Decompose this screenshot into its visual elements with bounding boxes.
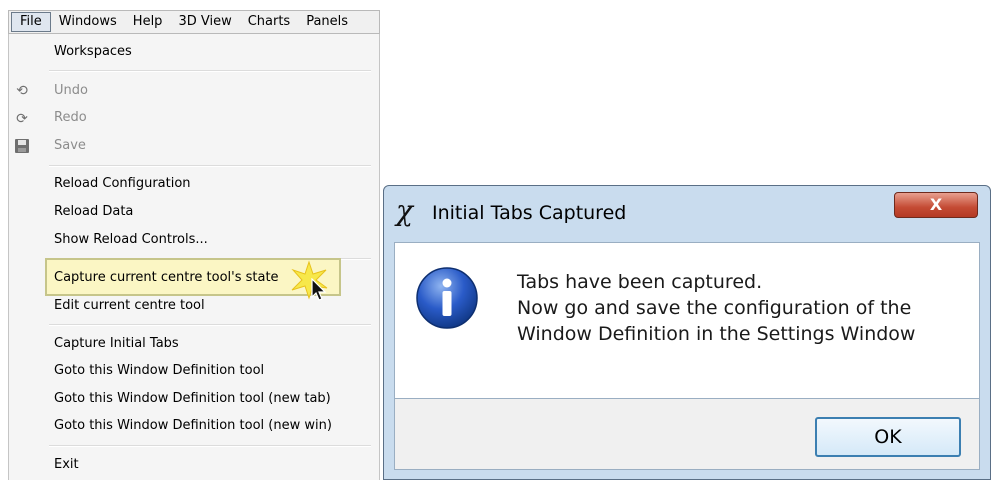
menu-item-reload-configuration[interactable]: Reload Configuration	[54, 173, 191, 195]
menu-item-exit[interactable]: Exit	[54, 454, 79, 476]
dialog-title: Initial Tabs Captured	[432, 202, 627, 224]
menu-file[interactable]: File	[11, 12, 51, 32]
menu-separator	[49, 165, 371, 167]
mouse-cursor-icon	[311, 278, 327, 301]
undo-icon: ⟲	[16, 83, 28, 99]
menu-bar: File Windows Help 3D View Charts Panels	[8, 10, 380, 34]
save-icon	[14, 138, 30, 154]
menu-item-edit-centre-tool[interactable]: Edit current centre tool	[54, 295, 205, 317]
menu-item-show-reload-controls[interactable]: Show Reload Controls...	[54, 229, 208, 251]
menu-item-workspaces[interactable]: Workspaces	[54, 41, 132, 63]
menu-separator	[49, 445, 371, 447]
ok-button[interactable]: OK	[815, 417, 961, 457]
dialog-footer: OK	[394, 399, 980, 470]
close-button[interactable]: X	[894, 192, 978, 218]
menu-3d-view[interactable]: 3D View	[170, 12, 239, 32]
menu-item-undo[interactable]: Undo	[54, 80, 88, 102]
message-line: Window Definition in the Settings Window	[517, 323, 916, 345]
menu-item-save[interactable]: Save	[54, 135, 86, 157]
message-line: Now go and save the configuration of the	[517, 297, 912, 319]
menu-item-capture-centre-tool-state[interactable]: Capture current centre tool's state	[54, 267, 279, 289]
dialog-body: Tabs have been captured. Now go and save…	[394, 242, 980, 399]
dialog-message: Tabs have been captured. Now go and save…	[517, 269, 915, 347]
menu-item-reload-data[interactable]: Reload Data	[54, 201, 133, 223]
menu-help[interactable]: Help	[125, 12, 171, 32]
dialog-titlebar[interactable]: χ Initial Tabs Captured X	[384, 186, 990, 242]
info-icon	[416, 267, 478, 329]
menu-item-capture-initial-tabs[interactable]: Capture Initial Tabs	[54, 333, 179, 355]
menu-windows[interactable]: Windows	[51, 12, 125, 32]
menu-charts[interactable]: Charts	[240, 12, 299, 32]
app-logo-icon: χ	[396, 194, 413, 227]
menu-separator	[49, 324, 371, 326]
menu-item-goto-window-definition-new-win[interactable]: Goto this Window Definition tool (new wi…	[54, 415, 332, 437]
menu-separator	[49, 70, 371, 72]
menu-panels[interactable]: Panels	[298, 12, 356, 32]
initial-tabs-captured-dialog: χ Initial Tabs Captured X Tabs have been…	[383, 185, 991, 480]
menu-item-goto-window-definition-new-tab[interactable]: Goto this Window Definition tool (new ta…	[54, 388, 331, 410]
menu-item-goto-window-definition[interactable]: Goto this Window Definition tool	[54, 360, 264, 382]
redo-icon: ⟳	[16, 111, 28, 127]
file-menu-dropdown: Workspaces ⟲ Undo ⟳ Redo Save Reload Con…	[8, 34, 380, 480]
message-line: Tabs have been captured.	[517, 271, 763, 293]
menu-item-redo[interactable]: Redo	[54, 107, 87, 129]
